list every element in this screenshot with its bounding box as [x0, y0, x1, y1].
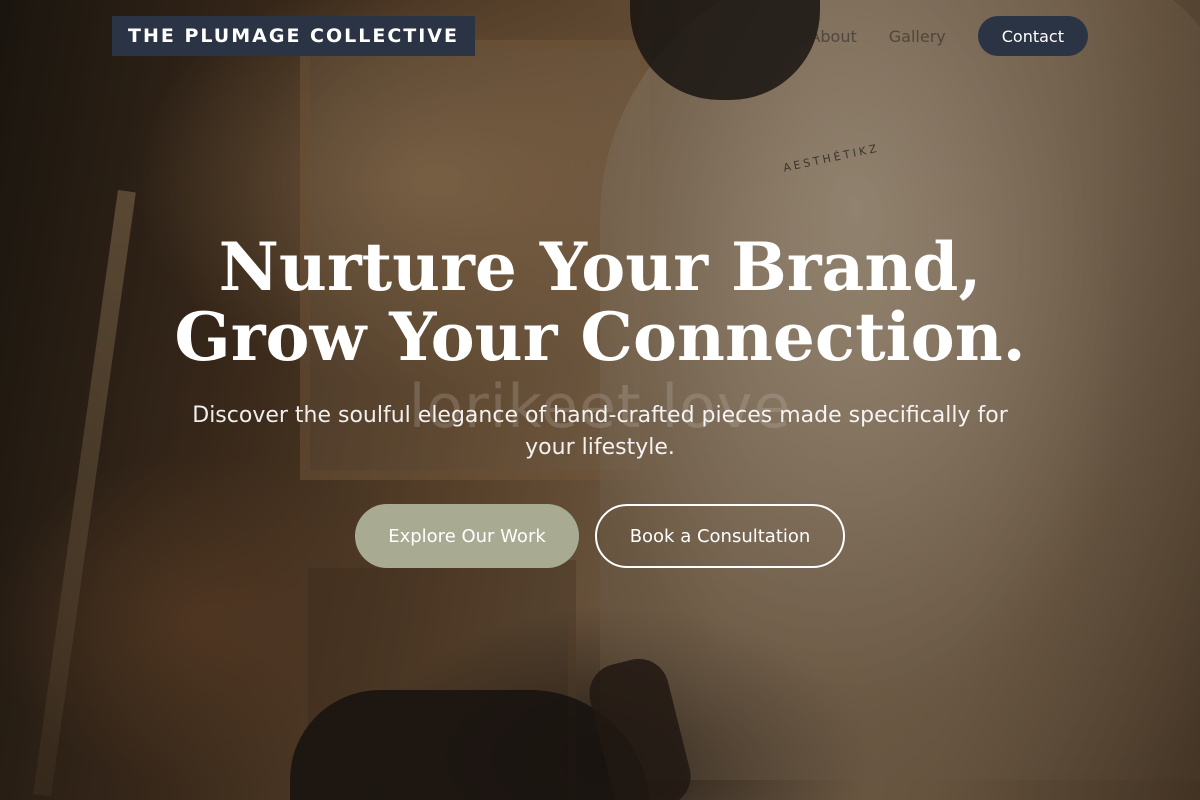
nav-link-about[interactable]: About	[809, 27, 856, 46]
explore-work-button[interactable]: Explore Our Work	[355, 504, 579, 568]
hero-subheading: Discover the soulful elegance of hand-cr…	[192, 403, 1008, 460]
contact-button[interactable]: Contact	[977, 16, 1088, 56]
hero-headline-line2: Grow Your Connection.	[174, 298, 1026, 376]
brand-logo[interactable]: THE PLUMAGE COLLECTIVE	[112, 16, 475, 56]
nav-link-expertise[interactable]: Expertise	[702, 27, 777, 46]
hero-headline-line1: Nurture Your Brand,	[218, 228, 982, 306]
book-consultation-button[interactable]: Book a Consultation	[595, 504, 845, 568]
nav-link-gallery[interactable]: Gallery	[889, 27, 946, 46]
hero-headline: Nurture Your Brand, Grow Your Connection…	[0, 232, 1200, 372]
hero-cta-row: Explore Our Work Book a Consultation	[0, 504, 1200, 568]
main-nav: Expertise About Gallery Contact	[702, 16, 1088, 56]
